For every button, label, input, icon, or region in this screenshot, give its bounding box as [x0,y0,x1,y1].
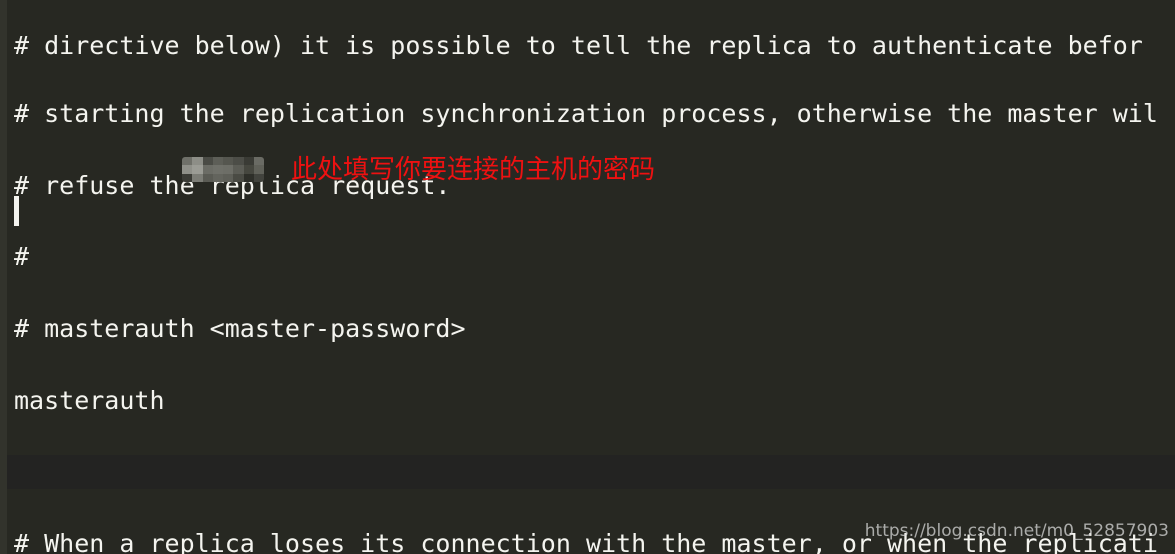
code-line-text: masterauth [14,385,180,415]
redaction-tile [202,173,213,182]
code-line-text: # [14,242,30,272]
redaction-tile [233,173,244,182]
code-editor-window: # directive below) it is possible to tel… [0,0,1175,554]
redaction-tile [253,157,264,166]
redaction-tile [223,173,234,182]
redaction-tile [233,157,244,166]
code-line[interactable]: # masterauth <master-password> [0,312,1175,346]
red-annotation-text: 此处填写你要连接的主机的密码 [291,155,656,185]
code-line-masterauth[interactable]: masterauth [0,384,1175,418]
redaction-tile [253,173,264,182]
code-line-text: # masterauth <master-password> [14,314,466,344]
redaction-tile [192,157,203,166]
redaction-tile [243,165,254,174]
redaction-tile [202,165,213,174]
code-line-empty-with-cursor[interactable] [0,455,1175,490]
redaction-tile [223,157,234,166]
redaction-tile [182,157,193,166]
redaction-tile [243,173,254,182]
redaction-tile [212,157,223,166]
redaction-tile [212,173,223,182]
redaction-tile [253,165,264,174]
redaction-tile [223,165,234,174]
redaction-tile [182,173,193,182]
password-redaction-mosaic [182,157,264,182]
redaction-tile [233,165,244,174]
code-line[interactable]: # [0,240,1175,274]
redaction-tile [192,173,203,182]
redaction-tile [212,165,223,174]
code-line-text: # starting the replication synchronizati… [14,99,1158,128]
text-cursor [14,196,19,226]
csdn-watermark: https://blog.csdn.net/m0_52857903 [864,521,1169,541]
redaction-tile [192,165,203,174]
code-line[interactable]: # directive below) it is possible to tel… [0,33,1175,59]
code-line[interactable]: # starting the replication synchronizati… [0,97,1175,131]
redaction-tile [243,157,254,166]
code-line-text: # directive below) it is possible to tel… [14,31,1143,60]
redaction-tile [182,165,193,174]
redaction-tile [202,157,213,166]
code-text-area[interactable]: # directive below) it is possible to tel… [0,0,1175,554]
editor-gutter-strip [0,0,7,554]
